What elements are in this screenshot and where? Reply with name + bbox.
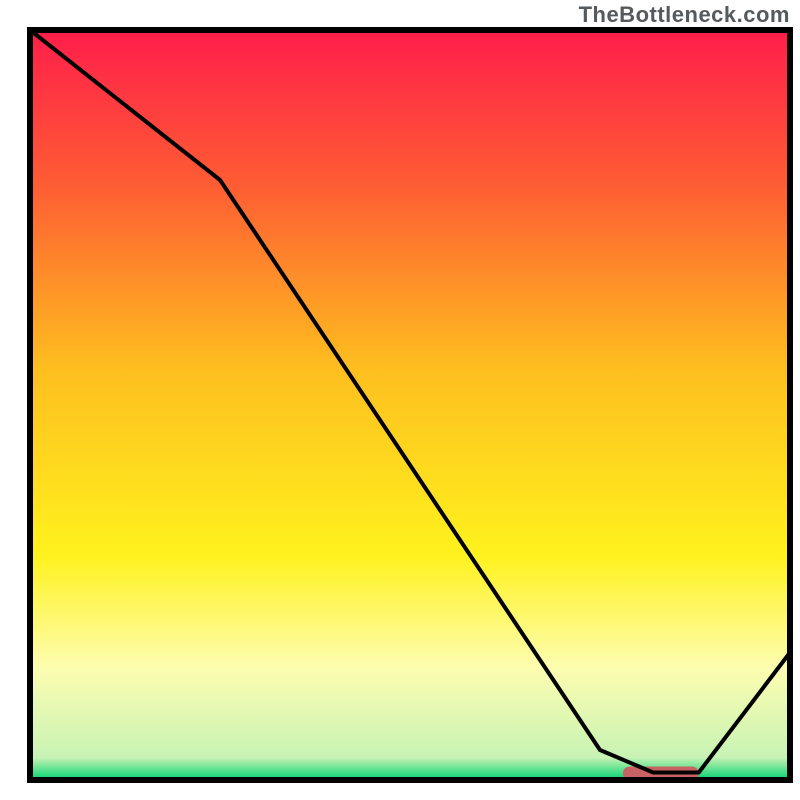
chart-container: TheBottleneck.com <box>0 0 800 800</box>
watermark-text: TheBottleneck.com <box>579 2 790 28</box>
bottleneck-chart <box>0 0 800 800</box>
chart-background <box>30 30 790 780</box>
